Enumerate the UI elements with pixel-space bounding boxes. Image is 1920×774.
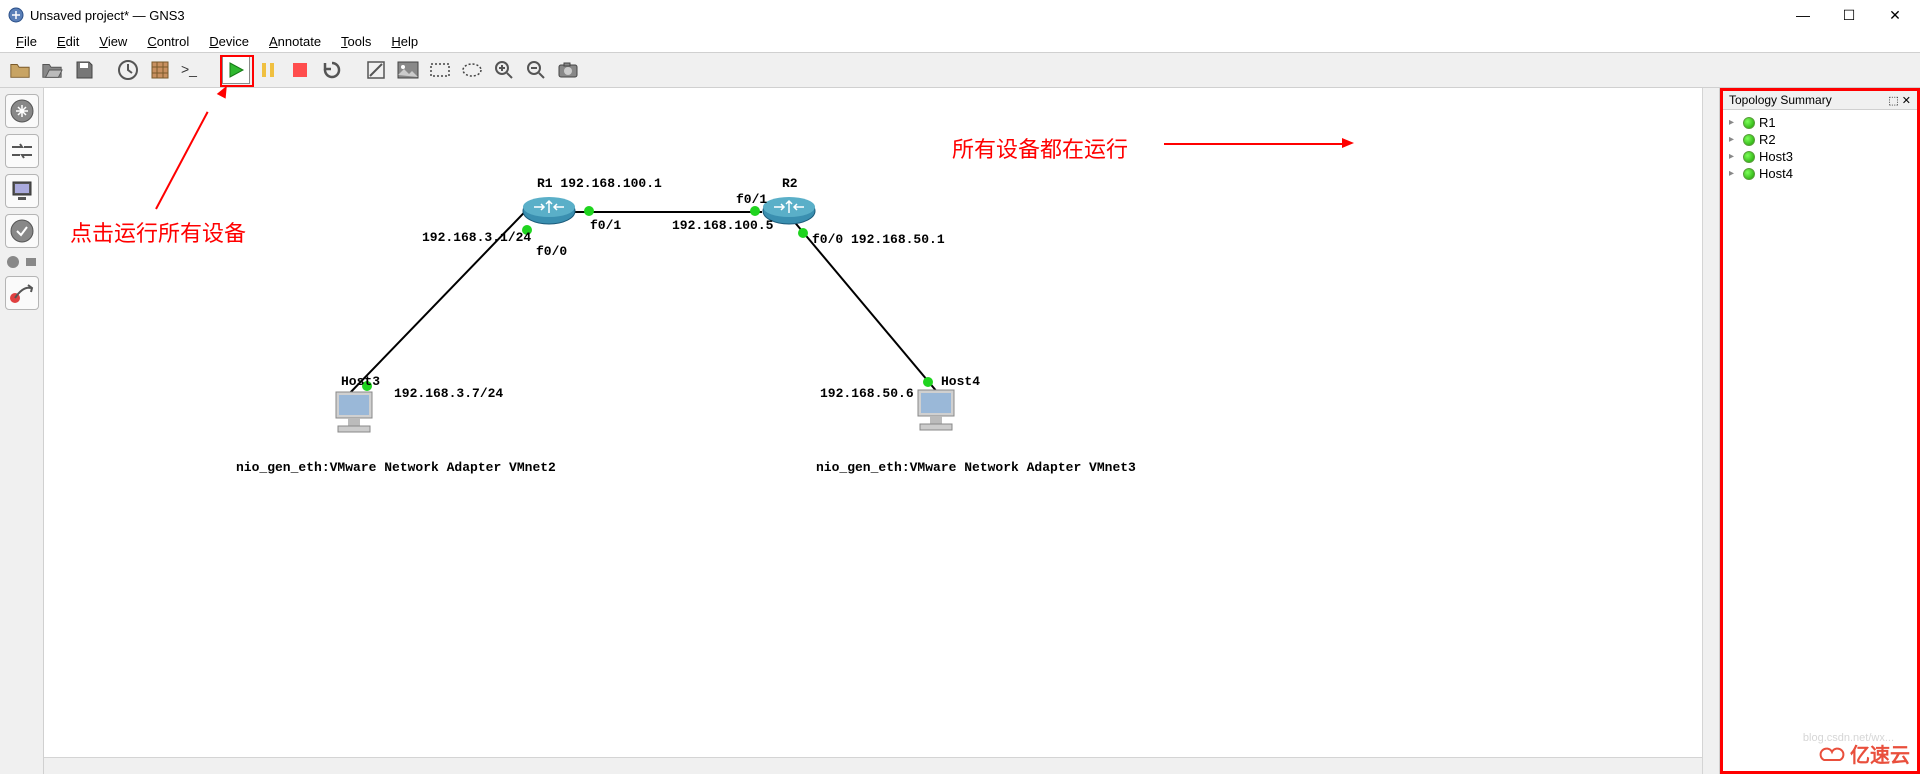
menu-bar: File Edit View Control Device Annotate T…: [0, 30, 1920, 52]
zoom-out-icon[interactable]: [522, 56, 550, 84]
if-r2-f01: f0/1: [736, 192, 767, 207]
topology-item[interactable]: ▸R2: [1729, 131, 1911, 148]
label-host4: Host4: [941, 374, 980, 389]
pause-button[interactable]: [254, 56, 282, 84]
routers-category[interactable]: [5, 94, 39, 128]
console-icon[interactable]: >_: [178, 56, 206, 84]
svg-text:>_: >_: [181, 61, 197, 77]
minimize-button[interactable]: —: [1780, 0, 1826, 30]
host4-adapter: nio_gen_eth:VMware Network Adapter VMnet…: [816, 460, 1136, 475]
zoom-in-icon[interactable]: [490, 56, 518, 84]
ip-r1-f00: 192.168.3.1/24: [422, 230, 531, 245]
ip-host3: 192.168.3.7/24: [394, 386, 503, 401]
status-dot-running: [1743, 117, 1755, 129]
switches-category[interactable]: [5, 134, 39, 168]
menu-help[interactable]: Help: [381, 32, 428, 51]
menu-file[interactable]: File: [6, 32, 47, 51]
all-devices-icon[interactable]: [5, 254, 21, 270]
close-button[interactable]: ✕: [1872, 0, 1918, 30]
arrow-head: [1342, 138, 1354, 148]
menu-annotate[interactable]: Annotate: [259, 32, 331, 51]
host-4[interactable]: [914, 386, 958, 434]
menu-tools[interactable]: Tools: [331, 32, 381, 51]
topology-item[interactable]: ▸Host3: [1729, 148, 1911, 165]
topology-summary-title: Topology Summary: [1729, 93, 1832, 107]
screenshot-icon[interactable]: [554, 56, 582, 84]
arrow-to-play: [155, 111, 208, 209]
open-folder-icon[interactable]: [6, 56, 34, 84]
ellipse-icon[interactable]: [458, 56, 486, 84]
link-dot: [798, 228, 808, 238]
open-project-icon[interactable]: [38, 56, 66, 84]
watermark-text: 亿速云: [1850, 739, 1910, 768]
ip-host4: 192.168.50.6: [820, 386, 914, 401]
stop-button[interactable]: [286, 56, 314, 84]
if-r2-f00: f0/0 192.168.50.1: [812, 232, 945, 247]
play-button[interactable]: [222, 56, 250, 84]
topology-summary-header: Topology Summary ⬚ ✕: [1723, 91, 1917, 110]
window-title: Unsaved project* — GNS3: [30, 8, 185, 23]
snapshot-icon[interactable]: [114, 56, 142, 84]
router-r1[interactable]: [522, 196, 576, 226]
status-dot-running: [1743, 168, 1755, 180]
topology-summary-panel: Topology Summary ⬚ ✕ ▸R1 ▸R2 ▸Host3 ▸Hos…: [1720, 88, 1920, 774]
link-dot: [584, 206, 594, 216]
end-devices-category[interactable]: [5, 174, 39, 208]
save-icon[interactable]: [70, 56, 98, 84]
maximize-button[interactable]: ☐: [1826, 0, 1872, 30]
label-r1: R1 192.168.100.1: [537, 176, 662, 191]
host3-adapter: nio_gen_eth:VMware Network Adapter VMnet…: [236, 460, 556, 475]
title-bar: Unsaved project* — GNS3 — ☐ ✕: [0, 0, 1920, 30]
if-r1-f01: f0/1: [590, 218, 621, 233]
play-highlight: [220, 55, 254, 87]
topology-item[interactable]: ▸Host4: [1729, 165, 1911, 182]
vertical-scrollbar-thumb[interactable]: [1705, 362, 1717, 482]
image-icon[interactable]: [394, 56, 422, 84]
annotation-all-running: 所有设备都在运行: [952, 132, 1128, 164]
status-dot-running: [1743, 134, 1755, 146]
arrow-to-panel: [1164, 143, 1344, 145]
menu-edit[interactable]: Edit: [47, 32, 89, 51]
add-link-button[interactable]: [5, 276, 39, 310]
topology-canvas[interactable]: R1 192.168.100.1 R2 Host3 Host4 f0/1 f0/…: [44, 88, 1720, 774]
topology-summary-list: ▸R1 ▸R2 ▸Host3 ▸Host4: [1723, 110, 1917, 186]
security-category[interactable]: [5, 214, 39, 248]
host-3[interactable]: [332, 388, 376, 436]
main-toolbar: >_: [0, 52, 1920, 88]
browse-devices-icon[interactable]: [23, 254, 39, 270]
watermark: 亿速云: [1818, 739, 1910, 768]
device-dock: [0, 88, 44, 774]
app-icon: [8, 7, 24, 23]
menu-device[interactable]: Device: [199, 32, 259, 51]
link-dot: [750, 206, 760, 216]
annotation-click-run: 点击运行所有设备: [70, 216, 246, 248]
ip-r2-left: 192.168.100.5: [672, 218, 773, 233]
grid-icon[interactable]: [146, 56, 174, 84]
label-host3: Host3: [341, 374, 380, 389]
if-r1-f00: f0/0: [536, 244, 567, 259]
menu-view[interactable]: View: [89, 32, 137, 51]
note-icon[interactable]: [362, 56, 390, 84]
status-dot-running: [1743, 151, 1755, 163]
label-r2: R2: [782, 176, 798, 191]
menu-control[interactable]: Control: [137, 32, 199, 51]
rectangle-icon[interactable]: [426, 56, 454, 84]
reload-button[interactable]: [318, 56, 346, 84]
panel-controls[interactable]: ⬚ ✕: [1888, 94, 1911, 107]
topology-item[interactable]: ▸R1: [1729, 114, 1911, 131]
